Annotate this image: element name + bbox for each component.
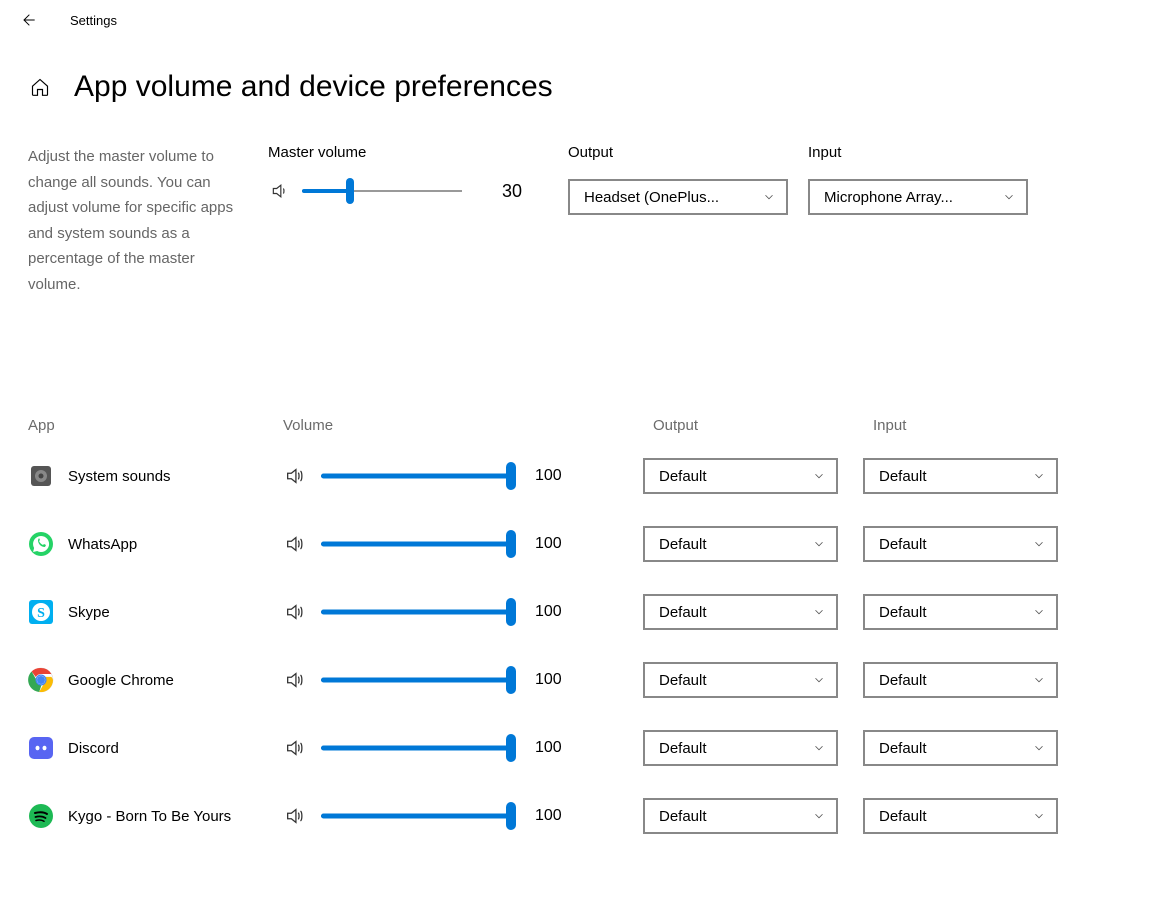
whatsapp-icon [28,531,54,557]
back-arrow-icon [20,12,36,28]
app-volume-value: 100 [525,603,565,621]
app-volume-slider[interactable] [321,804,511,828]
app-output-dropdown[interactable]: Default [643,662,838,698]
app-output-selected: Default [659,536,707,553]
app-output-dropdown[interactable]: Default [643,526,838,562]
app-output-dropdown[interactable]: Default [643,594,838,630]
app-row: Kygo - Born To Be Yours 100 Default Default [28,782,1151,850]
app-input-dropdown[interactable]: Default [863,594,1058,630]
app-output-selected: Default [659,468,707,485]
column-header-input: Input [863,417,1063,434]
app-volume-speaker-icon[interactable] [283,600,307,624]
master-volume-description: Adjust the master volume to change all s… [28,144,268,297]
app-volume-value: 100 [525,671,565,689]
chevron-down-icon [1032,741,1046,755]
app-volume-slider[interactable] [321,668,511,692]
app-volume-slider[interactable] [321,532,511,556]
chevron-down-icon [1032,605,1046,619]
app-volume-slider[interactable] [321,600,511,624]
app-volume-value: 100 [525,535,565,553]
master-volume-value: 30 [472,181,522,202]
app-output-selected: Default [659,604,707,621]
app-input-selected: Default [879,740,927,757]
master-volume-speaker-icon[interactable] [268,179,292,203]
app-volume-speaker-icon[interactable] [283,804,307,828]
app-output-dropdown[interactable]: Default [643,458,838,494]
app-output-selected: Default [659,740,707,757]
app-name: Google Chrome [68,672,174,689]
app-output-selected: Default [659,808,707,825]
app-volume-speaker-icon[interactable] [283,464,307,488]
master-input-dropdown[interactable]: Microphone Array... [808,179,1028,215]
chevron-down-icon [812,537,826,551]
chevron-down-icon [812,809,826,823]
app-input-selected: Default [879,808,927,825]
chevron-down-icon [1032,469,1046,483]
app-name: Skype [68,604,110,621]
master-volume-slider[interactable] [302,179,462,203]
app-input-dropdown[interactable]: Default [863,798,1058,834]
master-volume-label: Master volume [268,144,568,179]
chevron-down-icon [1032,809,1046,823]
app-volume-speaker-icon[interactable] [283,532,307,556]
app-volume-speaker-icon[interactable] [283,668,307,692]
column-header-volume: Volume [283,417,643,434]
app-output-dropdown[interactable]: Default [643,798,838,834]
chevron-down-icon [1002,190,1016,204]
app-input-selected: Default [879,672,927,689]
chevron-down-icon [812,469,826,483]
back-button[interactable] [18,10,38,30]
app-volume-slider[interactable] [321,464,511,488]
app-volume-speaker-icon[interactable] [283,736,307,760]
app-row: Discord 100 Default Default [28,714,1151,782]
chrome-icon [28,667,54,693]
app-name: System sounds [68,468,171,485]
chevron-down-icon [1032,537,1046,551]
app-volume-slider[interactable] [321,736,511,760]
chevron-down-icon [812,741,826,755]
window-title: Settings [70,13,117,28]
master-input-label: Input [808,144,1048,179]
app-input-dropdown[interactable]: Default [863,662,1058,698]
chevron-down-icon [762,190,776,204]
chevron-down-icon [1032,673,1046,687]
page-title: App volume and device preferences [74,70,553,104]
app-row: Skype 100 Default Default [28,578,1151,646]
system-icon [28,463,54,489]
home-icon [30,77,50,97]
app-name: Discord [68,740,119,757]
column-header-app: App [28,417,283,434]
master-output-label: Output [568,144,808,179]
column-header-output: Output [643,417,863,434]
master-input-selected: Microphone Array... [824,189,953,206]
app-volume-value: 100 [525,807,565,825]
master-output-dropdown[interactable]: Headset (OnePlus... [568,179,788,215]
app-input-selected: Default [879,604,927,621]
app-volume-value: 100 [525,739,565,757]
app-output-dropdown[interactable]: Default [643,730,838,766]
master-output-selected: Headset (OnePlus... [584,189,719,206]
app-row: WhatsApp 100 Default Default [28,510,1151,578]
app-name: Kygo - Born To Be Yours [68,808,231,825]
chevron-down-icon [812,673,826,687]
app-output-selected: Default [659,672,707,689]
discord-icon [28,735,54,761]
app-input-selected: Default [879,536,927,553]
app-row: Google Chrome 100 Default Default [28,646,1151,714]
home-button[interactable] [28,75,52,99]
skype-icon [28,599,54,625]
app-input-dropdown[interactable]: Default [863,526,1058,562]
app-input-dropdown[interactable]: Default [863,458,1058,494]
app-input-dropdown[interactable]: Default [863,730,1058,766]
chevron-down-icon [812,605,826,619]
app-name: WhatsApp [68,536,137,553]
spotify-icon [28,803,54,829]
app-row: System sounds 100 Default Default [28,442,1151,510]
app-volume-value: 100 [525,467,565,485]
app-input-selected: Default [879,468,927,485]
